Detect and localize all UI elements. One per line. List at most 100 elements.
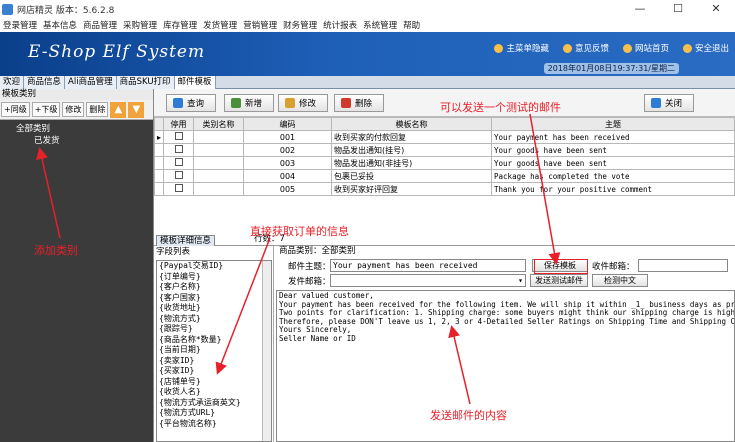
- window-title: 网店精灵 版本：5.6.2.8: [17, 5, 115, 16]
- list-item[interactable]: {物流方式URL}: [157, 408, 271, 419]
- code-cell: 003: [243, 156, 333, 170]
- list-item[interactable]: {订单编号}: [157, 272, 271, 283]
- col-template-name[interactable]: 模板名称: [331, 117, 493, 131]
- menu-inventory[interactable]: 库存管理: [160, 19, 200, 31]
- minimize-button[interactable]: —: [621, 0, 659, 18]
- tab-template-details[interactable]: 模板详细信息: [156, 235, 216, 246]
- list-item[interactable]: {卖家ID}: [157, 356, 271, 367]
- list-item[interactable]: {店铺单号}: [157, 377, 271, 388]
- table-row[interactable]: ▸ 001 收到买家的付款回复 Your payment has been re…: [153, 130, 735, 144]
- list-item[interactable]: {Paypal交易ID}: [157, 261, 271, 272]
- col-subject[interactable]: 主题: [491, 117, 735, 131]
- category-toolbar: +同级 +下级 修改 删除 ▲ ▼: [0, 100, 153, 120]
- delete-category-button[interactable]: 删除: [86, 102, 109, 117]
- add-sibling-button[interactable]: +同级: [1, 102, 30, 117]
- nav-label: 安全退出: [694, 44, 729, 54]
- list-item[interactable]: {商品名称*数量}: [157, 335, 271, 346]
- maximize-button[interactable]: ☐: [659, 0, 697, 18]
- menu-basic-info[interactable]: 基本信息: [40, 19, 80, 31]
- template-name-cell: 包裹已妥投: [331, 169, 493, 183]
- check-chinese-button[interactable]: 检测中文: [592, 274, 648, 287]
- logout-link[interactable]: 安全退出: [682, 42, 729, 54]
- hide-main-menu-link[interactable]: 主菜单隐藏: [494, 42, 549, 54]
- button-label: 新增: [245, 99, 263, 109]
- tree-root[interactable]: 全部类别: [0, 122, 153, 134]
- field-list-scrollbar[interactable]: [262, 261, 271, 441]
- nav-label: 网站首页: [634, 44, 669, 54]
- tab-welcome[interactable]: 欢迎: [0, 76, 25, 89]
- menu-shipping[interactable]: 发货管理: [200, 19, 240, 31]
- move-down-icon[interactable]: ▼: [128, 101, 145, 118]
- table-row[interactable]: 002 物品发出通知(挂号) Your goods have been sent: [153, 143, 735, 157]
- button-label: 关闭: [665, 99, 683, 109]
- tree-item-shipped[interactable]: 已发货: [0, 134, 153, 146]
- list-item[interactable]: {物流方式}: [157, 314, 271, 325]
- list-item[interactable]: {收货人名}: [157, 387, 271, 398]
- sender-label: 发件邮箱：: [288, 277, 331, 287]
- row-indicator: [153, 143, 165, 157]
- list-item[interactable]: {买家ID}: [157, 366, 271, 377]
- table-row[interactable]: 003 物品发出通知(非挂号) Your goods have been sen…: [153, 156, 735, 170]
- col-category-name[interactable]: 类别名称: [193, 117, 245, 131]
- power-icon: [651, 98, 661, 108]
- menu-system[interactable]: 系统管理: [360, 19, 400, 31]
- tab-mail-templates[interactable]: 邮件模板: [174, 76, 216, 89]
- website-home-link[interactable]: 网站首页: [622, 42, 669, 54]
- button-label: 删除: [355, 99, 373, 109]
- list-item[interactable]: {物流方式承运商英文}: [157, 398, 271, 409]
- col-disabled[interactable]: 停用: [163, 117, 195, 131]
- recipient-input[interactable]: [638, 259, 728, 272]
- list-item[interactable]: {收货地址}: [157, 303, 271, 314]
- table-row[interactable]: 005 收到买家好评回复 Thank you for your positive…: [153, 182, 735, 196]
- menu-reports[interactable]: 统计报表: [320, 19, 360, 31]
- list-item[interactable]: {当前日期}: [157, 345, 271, 356]
- close-button[interactable]: ✕: [697, 0, 735, 18]
- disabled-checkbox[interactable]: [163, 130, 195, 144]
- menu-marketing[interactable]: 营销管理: [240, 19, 280, 31]
- edit-button[interactable]: 修改: [278, 94, 328, 112]
- menu-help[interactable]: 帮助: [400, 19, 423, 31]
- menu-login[interactable]: 登录管理: [0, 19, 40, 31]
- app-logo: E-Shop Elf System: [28, 42, 206, 62]
- category-cell: [193, 156, 245, 170]
- disabled-checkbox[interactable]: [163, 143, 195, 157]
- add-child-button[interactable]: +下级: [31, 102, 61, 117]
- feedback-link[interactable]: 意见反馈: [562, 42, 609, 54]
- disabled-checkbox[interactable]: [163, 169, 195, 183]
- menu-products[interactable]: 商品管理: [80, 19, 120, 31]
- table-row[interactable]: 004 包裹已妥投 Package has completed the vote: [153, 169, 735, 183]
- home-icon: [622, 43, 632, 53]
- move-up-icon[interactable]: ▲: [110, 101, 127, 118]
- menu-bar: 登录管理 基本信息 商品管理 采购管理 库存管理 发货管理 营销管理 财务管理 …: [0, 18, 735, 32]
- close-tab-button[interactable]: 关闭: [644, 94, 694, 112]
- query-button[interactable]: 查询: [166, 94, 216, 112]
- menu-finance[interactable]: 财务管理: [280, 19, 320, 31]
- datetime-display: 2018年01月08日19:37:31/星期二: [543, 63, 679, 74]
- tab-ali-products[interactable]: Ali商品管理: [65, 76, 117, 89]
- delete-icon: [341, 98, 351, 108]
- delete-button[interactable]: 删除: [334, 94, 384, 112]
- sender-select[interactable]: ▾: [330, 274, 526, 287]
- col-code[interactable]: 编码: [243, 117, 333, 131]
- list-item[interactable]: {平台物流名称}: [157, 419, 271, 430]
- tab-sku-print[interactable]: 商品SKU打印: [116, 76, 175, 89]
- tab-strip: 欢迎 商品信息 Ali商品管理 商品SKU打印 邮件模板: [0, 76, 735, 89]
- row-indicator: [153, 156, 165, 170]
- disabled-checkbox[interactable]: [163, 156, 195, 170]
- list-item[interactable]: {跟踪号}: [157, 324, 271, 335]
- category-cell: [193, 130, 245, 144]
- add-button[interactable]: 新增: [224, 94, 274, 112]
- menu-purchase[interactable]: 采购管理: [120, 19, 160, 31]
- field-list[interactable]: {Paypal交易ID} {订单编号} {客户名称} {客户国家} {收货地址}…: [156, 260, 272, 442]
- list-item[interactable]: {客户名称}: [157, 282, 271, 293]
- list-item[interactable]: {客户国家}: [157, 293, 271, 304]
- subject-cell: Your payment has been received: [491, 130, 735, 144]
- send-test-mail-button[interactable]: 发送测试邮件: [530, 274, 588, 287]
- annotation-add-category: 添加类别: [34, 244, 78, 257]
- tab-product-info[interactable]: 商品信息: [24, 76, 66, 89]
- edit-category-button[interactable]: 修改: [62, 102, 85, 117]
- subject-cell: Package has completed the vote: [491, 169, 735, 183]
- window-controls: — ☐ ✕: [621, 0, 735, 18]
- subject-input[interactable]: Your payment has been received: [330, 259, 526, 272]
- disabled-checkbox[interactable]: [163, 182, 195, 196]
